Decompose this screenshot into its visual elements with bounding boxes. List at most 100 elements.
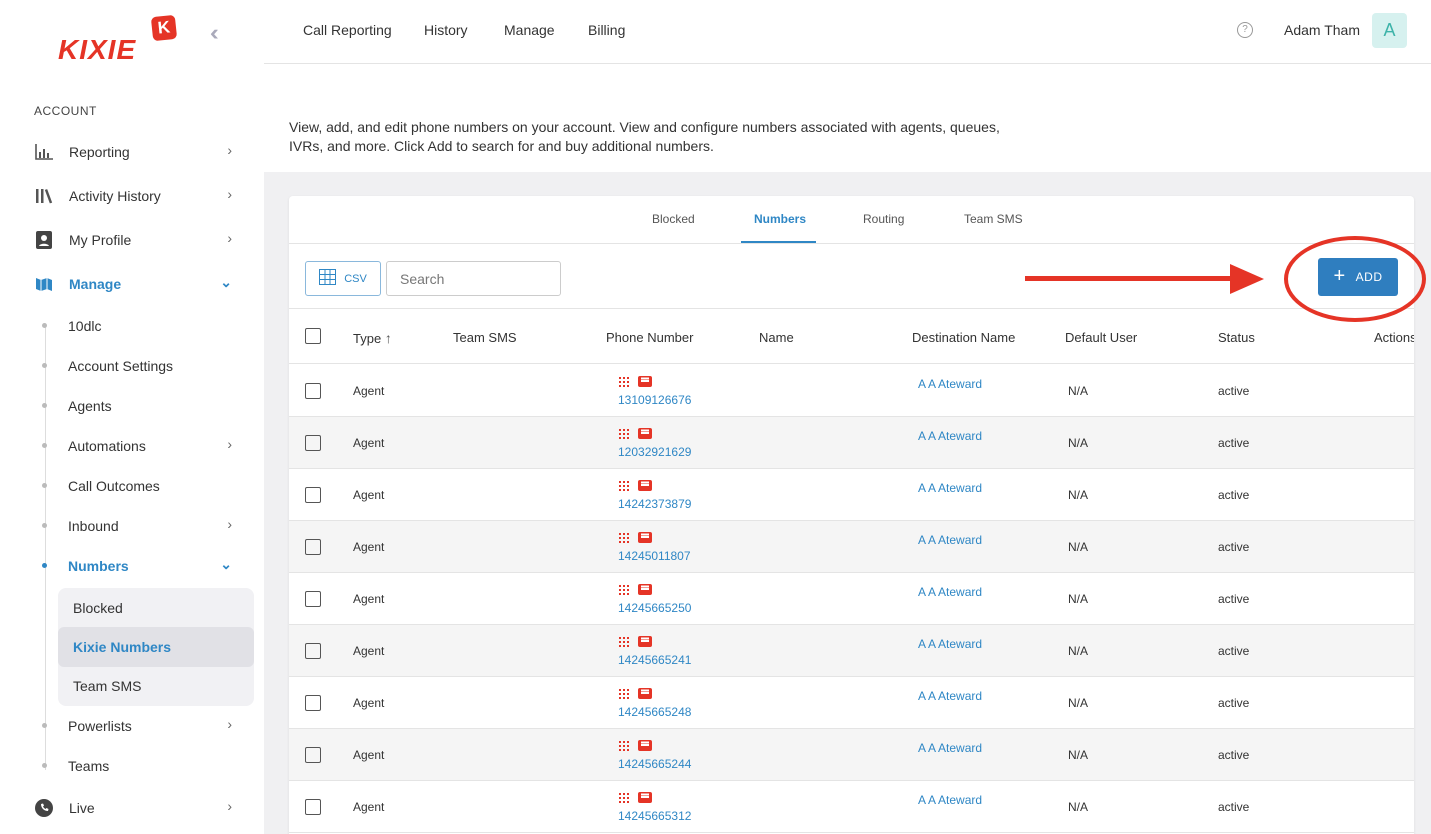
sidebar-item-call-outcomes[interactable]: Call Outcomes xyxy=(42,474,234,498)
table-row[interactable]: Agent 14245665248 A A Ateward N/A active xyxy=(289,677,1414,729)
tab-routing[interactable]: Routing xyxy=(863,212,904,226)
phone-number-link[interactable]: 14245665248 xyxy=(618,705,691,719)
phone-number-link[interactable]: 14242373879 xyxy=(618,497,691,511)
column-header-type[interactable]: Type ↑ xyxy=(353,330,392,346)
tab-team-sms[interactable]: Team SMS xyxy=(964,212,1023,226)
sidebar-item-label: Manage xyxy=(69,276,122,292)
avatar[interactable]: A xyxy=(1372,13,1407,48)
row-checkbox[interactable] xyxy=(305,383,321,399)
sms-icon[interactable] xyxy=(638,584,652,595)
phone-number-link[interactable]: 14245665244 xyxy=(618,757,691,771)
destination-link[interactable]: A A Ateward xyxy=(918,637,982,651)
dialpad-icon[interactable] xyxy=(619,532,629,543)
destination-link[interactable]: A A Ateward xyxy=(918,533,982,547)
sms-icon[interactable] xyxy=(638,376,652,387)
row-checkbox[interactable] xyxy=(305,539,321,555)
dialpad-icon[interactable] xyxy=(619,636,629,647)
sidebar-item-live[interactable]: Live › xyxy=(34,796,234,820)
user-name[interactable]: Adam Tham xyxy=(1284,22,1360,38)
sidebar-item-activity-history[interactable]: Activity History › xyxy=(34,184,234,208)
sidebar-item-team-sms[interactable]: Team SMS xyxy=(58,666,254,706)
row-checkbox[interactable] xyxy=(305,435,321,451)
tab-numbers[interactable]: Numbers xyxy=(754,212,806,226)
dialpad-icon[interactable] xyxy=(619,428,629,439)
dialpad-icon[interactable] xyxy=(619,688,629,699)
type-cell: Agent xyxy=(353,696,385,710)
table-row[interactable]: Agent 14245665244 A A Ateward N/A active xyxy=(289,729,1414,781)
sidebar-item-kixie-numbers[interactable]: Kixie Numbers xyxy=(58,627,254,667)
tree-dot xyxy=(42,763,47,768)
row-checkbox[interactable] xyxy=(305,799,321,815)
destination-link[interactable]: A A Ateward xyxy=(918,793,982,807)
sidebar-item-my-profile[interactable]: My Profile › xyxy=(34,228,234,252)
sms-icon[interactable] xyxy=(638,688,652,699)
destination-link[interactable]: A A Ateward xyxy=(918,429,982,443)
phone-number-link[interactable]: 13109126676 xyxy=(618,393,691,407)
phone-number-link[interactable]: 14245665241 xyxy=(618,653,691,667)
row-checkbox[interactable] xyxy=(305,695,321,711)
sidebar-item-agents[interactable]: Agents xyxy=(42,394,234,418)
phone-number-link[interactable]: 14245011807 xyxy=(618,549,691,563)
sms-icon[interactable] xyxy=(638,532,652,543)
table-row[interactable]: Agent 14245665241 A A Ateward N/A active xyxy=(289,625,1414,677)
destination-link[interactable]: A A Ateward xyxy=(918,689,982,703)
sidebar-item-numbers[interactable]: Numbers ⌄ xyxy=(42,554,234,578)
dialpad-icon[interactable] xyxy=(619,740,629,751)
topnav-billing[interactable]: Billing xyxy=(588,22,625,38)
sidebar-item-account-settings[interactable]: Account Settings xyxy=(42,354,234,378)
sms-icon[interactable] xyxy=(638,636,652,647)
kixie-logo[interactable]: KIXIE K xyxy=(58,14,178,66)
sidebar-item-manage[interactable]: Manage ⌄ xyxy=(34,272,234,296)
tree-line xyxy=(45,326,46,770)
phone-icons xyxy=(619,740,652,751)
sidebar-item-automations[interactable]: Automations › xyxy=(42,434,234,458)
select-all-checkbox[interactable] xyxy=(305,328,321,344)
dialpad-icon[interactable] xyxy=(619,792,629,803)
topnav-manage[interactable]: Manage xyxy=(504,22,555,38)
sms-icon[interactable] xyxy=(638,792,652,803)
row-checkbox[interactable] xyxy=(305,747,321,763)
sidebar-item-reporting[interactable]: Reporting › xyxy=(34,140,234,164)
sidebar-item-label: Numbers xyxy=(68,558,129,574)
destination-link[interactable]: A A Ateward xyxy=(918,481,982,495)
phone-number-link[interactable]: 12032921629 xyxy=(618,445,691,459)
collapse-sidebar-icon[interactable]: ‹‹ xyxy=(210,20,218,46)
row-checkbox[interactable] xyxy=(305,487,321,503)
destination-link[interactable]: A A Ateward xyxy=(918,585,982,599)
phone-icon xyxy=(34,798,54,818)
table-row[interactable]: Agent 14245665250 A A Ateward N/A active xyxy=(289,573,1414,625)
table-row[interactable]: Agent 12032921629 A A Ateward N/A active xyxy=(289,417,1414,469)
default-user-cell: N/A xyxy=(1068,540,1089,554)
top-bar: Call Reporting History Manage Billing ? … xyxy=(264,0,1431,64)
sidebar-item-blocked[interactable]: Blocked xyxy=(58,588,254,628)
topnav-call-reporting[interactable]: Call Reporting xyxy=(303,22,392,38)
row-checkbox[interactable] xyxy=(305,591,321,607)
sidebar-item-powerlists[interactable]: Powerlists › xyxy=(42,714,234,738)
dialpad-icon[interactable] xyxy=(619,584,629,595)
section-label: ACCOUNT xyxy=(34,104,97,118)
table-row[interactable]: Agent 13109126676 A A Ateward N/A active xyxy=(289,365,1414,417)
topnav-history[interactable]: History xyxy=(424,22,468,38)
phone-number-link[interactable]: 14245665250 xyxy=(618,601,691,615)
chevron-right-icon: › xyxy=(227,436,232,452)
sidebar-item-inbound[interactable]: Inbound › xyxy=(42,514,234,538)
destination-link[interactable]: A A Ateward xyxy=(918,377,982,391)
phone-number-link[interactable]: 14245665312 xyxy=(618,809,691,823)
row-checkbox[interactable] xyxy=(305,643,321,659)
sms-icon[interactable] xyxy=(638,428,652,439)
type-cell: Agent xyxy=(353,800,385,814)
sidebar-item-teams[interactable]: Teams xyxy=(42,754,234,778)
csv-export-button[interactable]: CSV xyxy=(305,261,381,296)
help-icon[interactable]: ? xyxy=(1237,22,1253,38)
dialpad-icon[interactable] xyxy=(619,480,629,491)
tab-blocked[interactable]: Blocked xyxy=(652,212,695,226)
destination-link[interactable]: A A Ateward xyxy=(918,741,982,755)
search-input[interactable] xyxy=(386,261,561,296)
sidebar-item-10dlc[interactable]: 10dlc xyxy=(42,314,234,338)
sms-icon[interactable] xyxy=(638,740,652,751)
table-row[interactable]: Agent 14245665312 A A Ateward N/A active xyxy=(289,781,1414,833)
dialpad-icon[interactable] xyxy=(619,376,629,387)
table-row[interactable]: Agent 14242373879 A A Ateward N/A active xyxy=(289,469,1414,521)
table-row[interactable]: Agent 14245011807 A A Ateward N/A active xyxy=(289,521,1414,573)
sms-icon[interactable] xyxy=(638,480,652,491)
